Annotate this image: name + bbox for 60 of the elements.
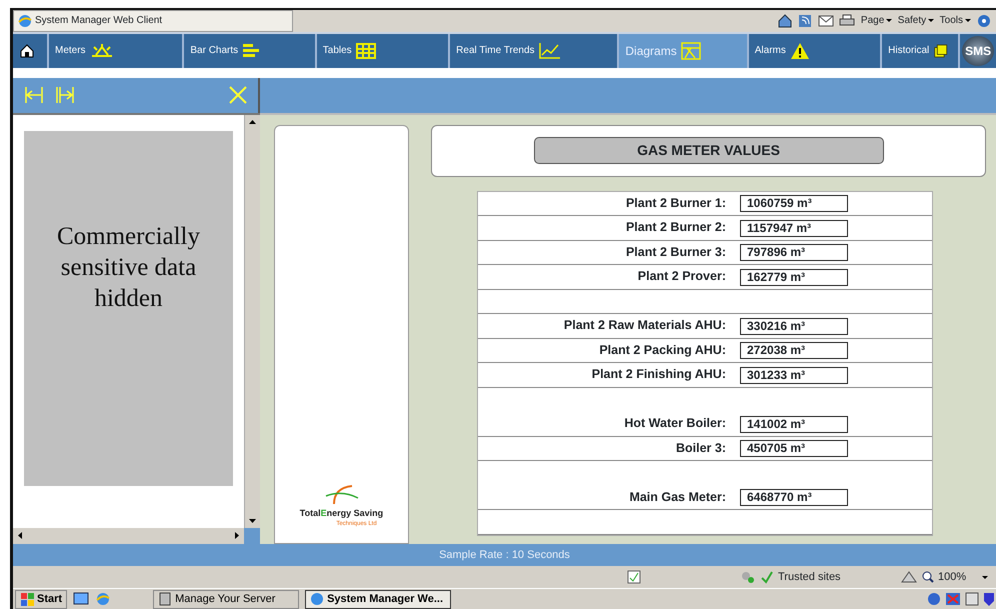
caret-icon xyxy=(928,19,934,22)
reading-value: 1157947 m³ xyxy=(740,220,848,237)
reading-value: 162779 m³ xyxy=(740,268,848,286)
reading-label: Plant 2 Burner 1: xyxy=(624,194,726,212)
diagram-icon xyxy=(680,42,703,60)
horizontal-scrollbar[interactable] xyxy=(13,528,244,544)
reading-label: Main Gas Meter: xyxy=(628,488,726,506)
reading-label: Plant 2 Raw Materials AHU: xyxy=(562,317,726,334)
reading-value: 1060759 m³ xyxy=(740,195,848,212)
company-name: TotalEnergy Saving xyxy=(300,506,384,520)
caret-icon xyxy=(965,19,971,22)
home-icon[interactable] xyxy=(776,14,793,28)
reading-label: Plant 2 Packing AHU: xyxy=(598,342,726,359)
command-menu[interactable]: Tools xyxy=(940,13,971,28)
status-page-icon xyxy=(626,570,642,584)
windows-flag-icon xyxy=(20,592,34,606)
browser-tab-title: System Manager Web Client xyxy=(35,14,162,28)
taskbar-button[interactable]: Manage Your Server xyxy=(153,590,300,609)
reading-label: Plant 2 Burner 3: xyxy=(624,244,726,261)
reading-label: Boiler 3: xyxy=(674,440,726,457)
meter-icon xyxy=(90,42,112,60)
server-icon xyxy=(158,592,172,606)
table-icon xyxy=(356,42,378,60)
reading-label: Plant 2 Prover: xyxy=(636,268,726,286)
reading-value: 141002 m³ xyxy=(740,416,848,433)
collapse-left-icon[interactable] xyxy=(24,86,44,104)
warning-icon xyxy=(790,42,812,60)
reading-value: 330216 m³ xyxy=(740,318,848,335)
reading-value: 272038 m³ xyxy=(740,342,848,360)
print-icon[interactable] xyxy=(839,14,856,28)
close-icon[interactable] xyxy=(229,86,247,104)
command-menu[interactable]: Safety xyxy=(898,13,934,28)
sample-rate-text: Sample Rate : 10 Seconds xyxy=(439,548,570,563)
zoom-icon[interactable] xyxy=(922,571,934,584)
sms-logo: SMS xyxy=(962,36,994,66)
expand-right-icon[interactable] xyxy=(55,86,75,104)
taskbar-button[interactable]: System Manager We... xyxy=(305,590,452,609)
checkmark-icon xyxy=(760,570,774,584)
start-button[interactable]: Start xyxy=(15,590,68,609)
line-chart-icon xyxy=(538,42,561,60)
reading-value: 797896 m³ xyxy=(740,244,848,262)
reading-label: Plant 2 Burner 2: xyxy=(624,219,726,236)
zoom-level[interactable]: 100% xyxy=(938,568,978,586)
feed-icon[interactable] xyxy=(798,14,812,28)
notice-text: Commercially sensitive data hidden xyxy=(56,222,202,314)
reading-value: 450705 m³ xyxy=(740,440,848,458)
reading-value: 301233 m³ xyxy=(740,366,848,384)
tray-icons-drawing xyxy=(926,591,996,608)
mail-icon[interactable] xyxy=(818,14,834,27)
desktop-icon[interactable] xyxy=(73,591,90,608)
vertical-scrollbar[interactable] xyxy=(244,114,260,528)
reading-label: Plant 2 Finishing AHU: xyxy=(590,366,726,384)
caret-icon xyxy=(886,19,892,22)
diagram-title: GAS METER VALUES xyxy=(534,137,884,164)
popup-icon[interactable] xyxy=(900,570,918,584)
zone-text: Trusted sites xyxy=(778,570,842,585)
reading-value: 6468770 m³ xyxy=(740,489,848,506)
caret-icon[interactable] xyxy=(982,576,988,579)
command-menu[interactable]: Page xyxy=(860,13,892,28)
reading-label: Hot Water Boiler: xyxy=(623,415,726,432)
